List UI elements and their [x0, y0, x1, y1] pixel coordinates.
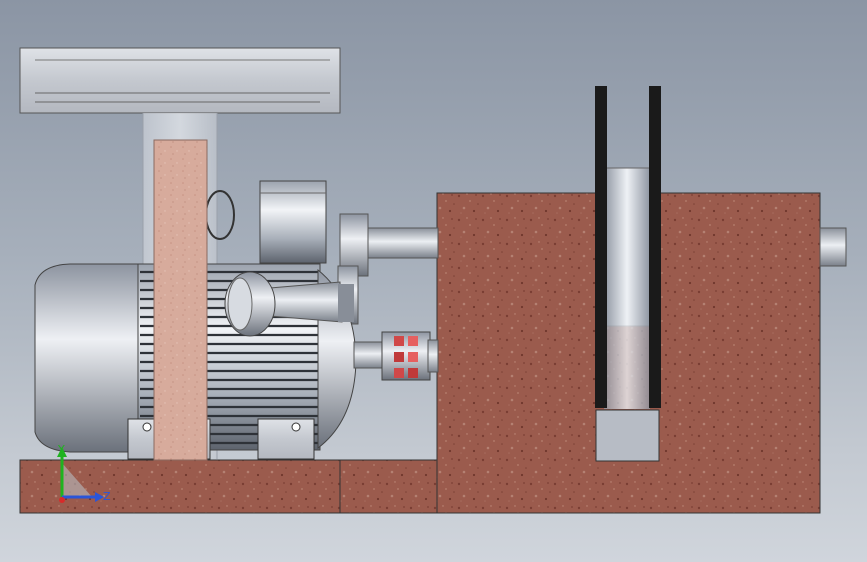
motor-endcap[interactable]: [34, 263, 141, 453]
top-panel[interactable]: [19, 47, 341, 114]
y-axis-label: Y: [57, 443, 65, 456]
x-axis-dot: [59, 497, 65, 503]
shaft-coupling[interactable]: [353, 331, 439, 381]
junction-box[interactable]: [259, 180, 327, 264]
output-shaft[interactable]: [819, 227, 847, 267]
model-view: Y Z: [19, 47, 847, 514]
z-axis-label: Z: [103, 490, 111, 503]
motor-foot-right: [257, 418, 315, 460]
pulley-wheel[interactable]: [595, 86, 661, 409]
support-pillar[interactable]: [153, 139, 208, 461]
base-block-middle[interactable]: [339, 459, 439, 514]
cad-viewport[interactable]: Y Z: [0, 0, 867, 562]
